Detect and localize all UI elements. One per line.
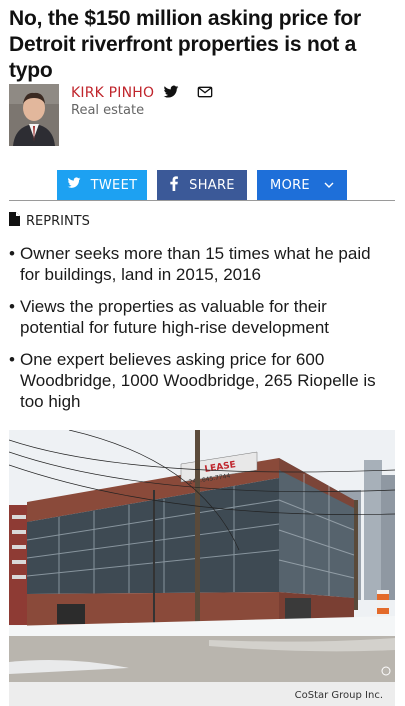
key-point: One expert believes asking price for 600… — [9, 349, 395, 412]
tweet-label: TWEET — [90, 177, 138, 193]
email-icon[interactable] — [197, 84, 213, 100]
building-photo: LEASE 248.645.7744 — [9, 430, 395, 682]
chevron-down-icon — [324, 178, 334, 193]
photo-credit: CoStar Group Inc. — [9, 682, 395, 706]
share-label: SHARE — [189, 177, 235, 193]
author-name-link[interactable]: KIRK PINHO — [71, 84, 154, 102]
reprints-label: REPRINTS — [26, 213, 90, 229]
facebook-share-button[interactable]: SHARE — [157, 170, 247, 200]
tweet-button[interactable]: TWEET — [57, 170, 147, 200]
key-points-list: Owner seeks more than 15 times what he p… — [9, 243, 395, 423]
article-headline: No, the $150 million asking price for De… — [9, 7, 362, 82]
byline: KIRK PINHO Real estate — [9, 84, 399, 146]
document-icon — [9, 212, 20, 230]
share-bar: TWEET SHARE MORE — [0, 170, 405, 200]
reprints-link[interactable]: REPRINTS — [9, 212, 90, 230]
author-section-link[interactable]: Real estate — [71, 102, 144, 120]
key-point: Views the properties as valuable for the… — [9, 296, 395, 338]
author-photo[interactable] — [9, 84, 59, 146]
more-label: MORE — [270, 177, 310, 193]
share-divider — [9, 200, 395, 201]
twitter-icon[interactable] — [163, 84, 179, 100]
key-point: Owner seeks more than 15 times what he p… — [9, 243, 395, 285]
article-photo[interactable]: LEASE 248.645.7744 CoStar Group Inc. — [9, 430, 395, 706]
facebook-icon — [169, 175, 179, 195]
twitter-icon — [67, 176, 81, 194]
more-share-button[interactable]: MORE — [257, 170, 347, 200]
